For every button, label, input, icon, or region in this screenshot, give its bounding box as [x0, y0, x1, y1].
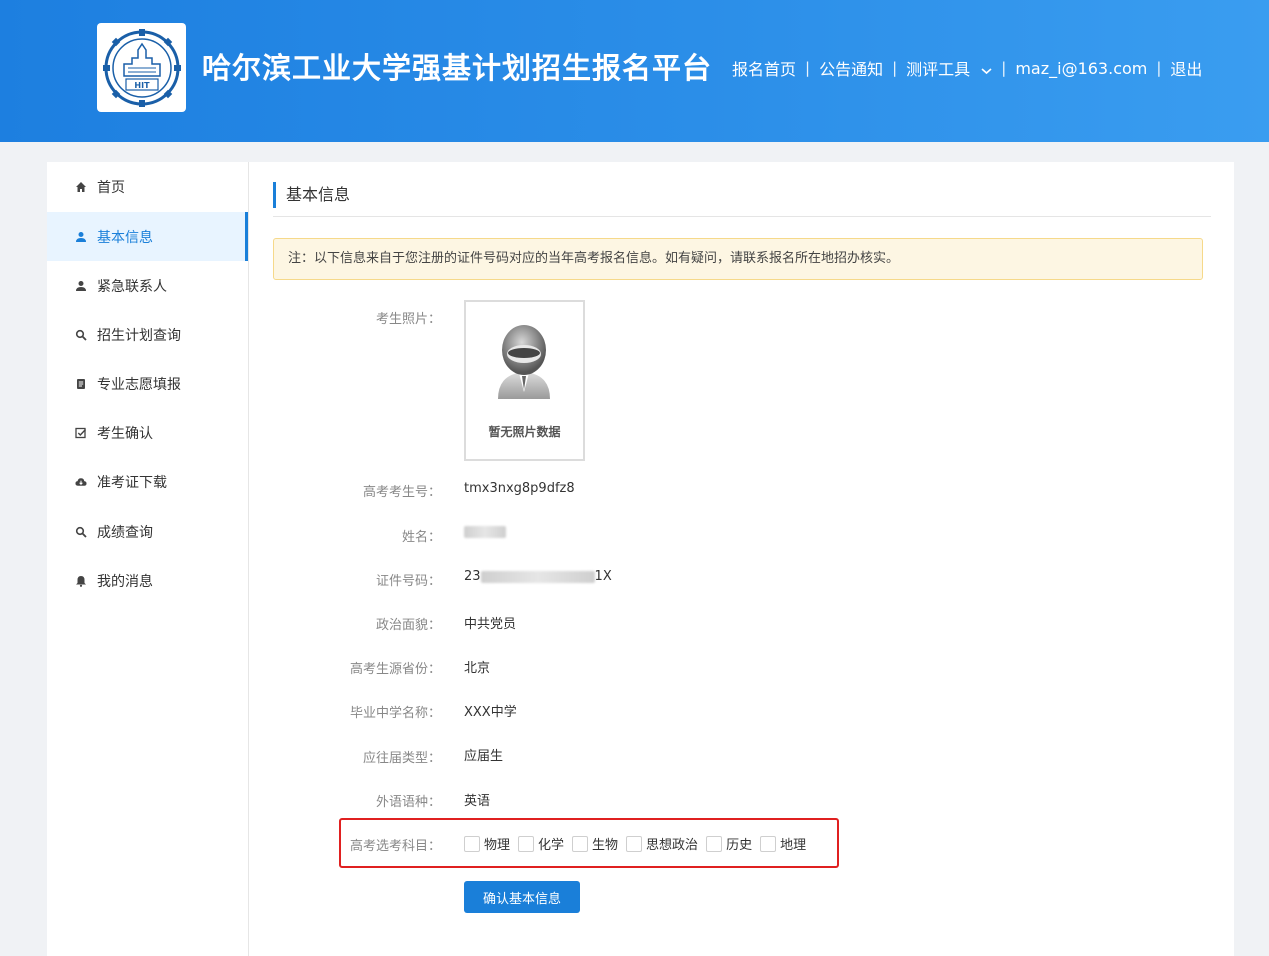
chemistry-checkbox[interactable] [518, 835, 535, 852]
sidebar-item-label: 专业志愿填报 [97, 376, 181, 393]
sidebar-item-home[interactable]: 首页 [47, 162, 248, 211]
sidebar-item-label: 招生计划查询 [97, 327, 181, 344]
user-icon [75, 280, 87, 292]
subject-label: 地理 [780, 838, 807, 853]
avatar-placeholder-icon [498, 325, 550, 399]
hit-emblem-icon: HIT [102, 28, 181, 107]
nav-notices-link[interactable]: 公告通知 [819, 56, 883, 80]
id-number-prefix: 23 [464, 569, 481, 584]
id-number-value: 23 1X [464, 569, 612, 584]
sidebar-item-label: 紧急联系人 [97, 278, 167, 295]
nav-tools-label: 测评工具 [906, 60, 971, 79]
subject-biology-option[interactable]: 生物 [572, 834, 618, 853]
id-number-redaction [480, 570, 595, 583]
biology-checkbox[interactable] [572, 835, 589, 852]
home-icon [75, 181, 87, 193]
logo-lettering: HIT [134, 81, 150, 90]
university-logo: HIT [97, 23, 186, 112]
user-icon [75, 231, 87, 243]
sidebar-item-candidate-confirm[interactable]: 考生确认 [47, 408, 248, 457]
source-province-value: 北京 [464, 661, 491, 676]
chevron-down-icon [981, 67, 992, 74]
subject-label: 化学 [538, 838, 565, 853]
political-status-label: 政治面貌： [375, 618, 441, 633]
sidebar-item-my-messages[interactable]: 我的消息 [47, 556, 248, 605]
subject-geography-option[interactable]: 地理 [760, 834, 806, 853]
search-icon [75, 329, 87, 341]
high-school-label: 毕业中学名称： [349, 706, 441, 721]
history-checkbox[interactable] [706, 835, 723, 852]
sidebar-item-basic-info[interactable]: 基本信息 [47, 212, 248, 261]
title-divider [273, 216, 1211, 217]
nav-user-account[interactable]: maz_i@163.com [1015, 59, 1147, 78]
top-navigation: 报名首页 | 公告通知 | 测评工具 | maz_i@163.com | 退出 [732, 54, 1202, 82]
search-icon [75, 526, 87, 538]
nav-separator: | [1001, 59, 1007, 77]
exam-number-value: tmx3nxg8p9dfz8 [464, 481, 575, 496]
nav-home-link[interactable]: 报名首页 [732, 56, 796, 80]
candidate-photo-placeholder: 暂无照片数据 [464, 300, 585, 461]
header-bar: HIT 哈尔滨工业大学强基计划招生报名平台 报名首页 | 公告通知 | 测评工具… [0, 0, 1269, 142]
cloud-download-icon [75, 476, 87, 488]
high-school-value: XXX中学 [464, 705, 517, 720]
subject-politics-option[interactable]: 思想政治 [626, 834, 698, 853]
sidebar-item-label: 我的消息 [97, 573, 153, 590]
subject-physics-option[interactable]: 物理 [464, 834, 510, 853]
photo-label: 考生照片： [375, 312, 441, 327]
foreign-language-value: 英语 [464, 794, 491, 809]
no-photo-caption: 暂无照片数据 [488, 425, 561, 439]
subject-label: 思想政治 [646, 838, 699, 853]
sidebar-item-label: 成绩查询 [97, 524, 153, 541]
sidebar: 首页 基本信息 紧急联系人 招生计划查询 专业志愿填报 考生确认 准考证下载 成… [47, 162, 249, 956]
document-icon [75, 378, 87, 390]
sidebar-item-label: 基本信息 [97, 229, 153, 246]
sidebar-item-label: 考生确认 [97, 425, 153, 442]
main-content: 基本信息 注：以下信息来自于您注册的证件号码对应的当年高考报名信息。如有疑问，请… [249, 162, 1234, 956]
sidebar-item-score-query[interactable]: 成绩查询 [47, 507, 248, 556]
graduate-type-value: 应届生 [464, 749, 504, 764]
source-province-label: 高考生源省份： [349, 662, 441, 677]
political-status-value: 中共党员 [464, 617, 517, 632]
elective-subjects-label: 高考选考科目： [349, 839, 441, 854]
subject-label: 历史 [726, 838, 753, 853]
subject-chemistry-option[interactable]: 化学 [518, 834, 564, 853]
nav-tools-dropdown[interactable]: 测评工具 [906, 56, 992, 80]
id-number-label: 证件号码： [375, 574, 441, 589]
name-value-redacted [464, 524, 506, 539]
elective-subjects-group: 物理 化学 生物 思想政治 历史 地理 [464, 834, 814, 853]
checkbox-icon [75, 427, 87, 439]
bell-icon [75, 575, 87, 587]
foreign-language-label: 外语语种： [375, 795, 441, 810]
nav-separator: | [892, 59, 898, 77]
id-number-suffix: 1X [594, 569, 612, 584]
politics-checkbox[interactable] [626, 835, 643, 852]
sidebar-item-major-application[interactable]: 专业志愿填报 [47, 359, 248, 408]
sidebar-item-emergency-contact[interactable]: 紧急联系人 [47, 261, 248, 310]
name-label: 姓名： [401, 530, 441, 545]
nav-separator: | [805, 59, 811, 77]
sidebar-item-plan-query[interactable]: 招生计划查询 [47, 310, 248, 359]
nav-logout-link[interactable]: 退出 [1170, 56, 1202, 80]
subject-history-option[interactable]: 历史 [706, 834, 752, 853]
sidebar-item-label: 首页 [97, 179, 125, 196]
subject-label: 生物 [592, 838, 619, 853]
site-title: 哈尔滨工业大学强基计划招生报名平台 [202, 51, 713, 85]
sidebar-item-label: 准考证下载 [97, 474, 167, 491]
geography-checkbox[interactable] [760, 835, 777, 852]
subject-label: 物理 [484, 838, 511, 853]
section-title: 基本信息 [273, 182, 350, 208]
sidebar-item-admission-ticket[interactable]: 准考证下载 [47, 457, 248, 506]
graduate-type-label: 应往届类型： [362, 751, 441, 766]
physics-checkbox[interactable] [464, 835, 480, 852]
notice-banner: 注：以下信息来自于您注册的证件号码对应的当年高考报名信息。如有疑问，请联系报名所… [273, 238, 1203, 280]
confirm-basic-info-button[interactable]: 确认基本信息 [464, 881, 580, 913]
nav-separator: | [1156, 59, 1162, 77]
exam-number-label: 高考考生号： [362, 485, 441, 500]
